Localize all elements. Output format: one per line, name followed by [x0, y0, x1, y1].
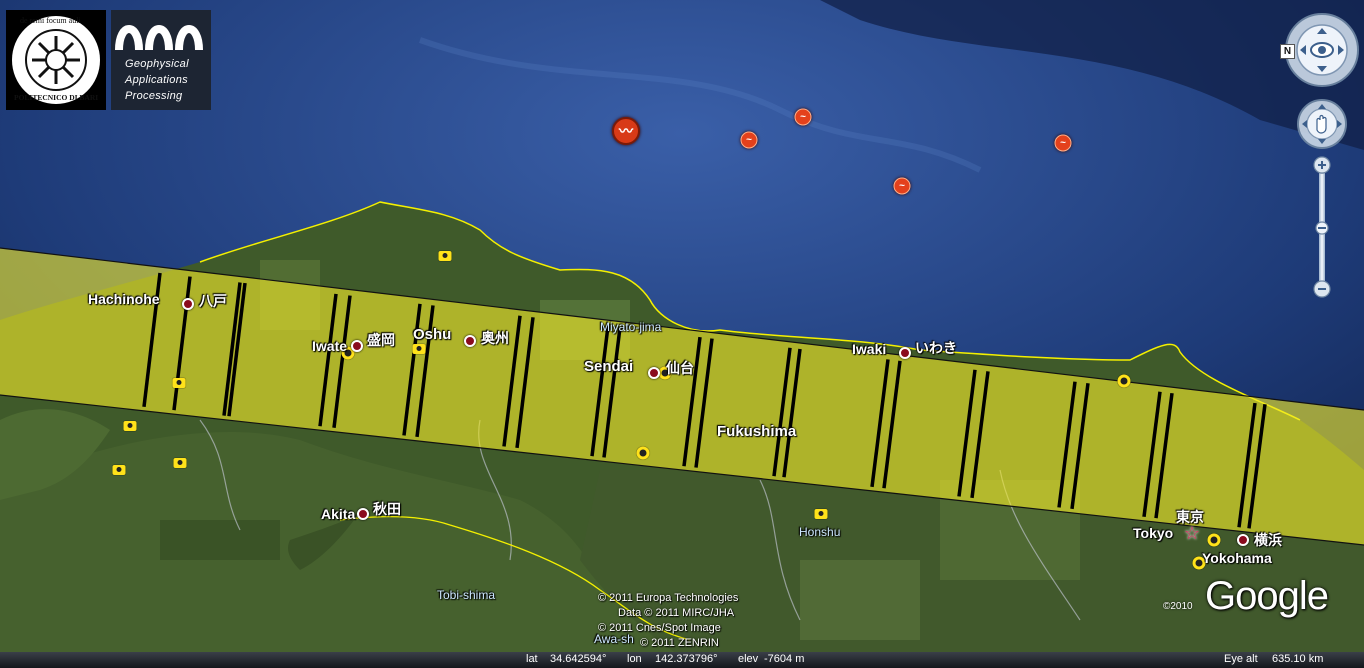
- city-label-sendai-jp: 仙台: [666, 360, 694, 376]
- feature-label-honshu: Honshu: [799, 525, 841, 539]
- city-label-yokohama-jp: 横浜: [1254, 532, 1282, 548]
- look-control[interactable]: [1284, 12, 1360, 93]
- city-label-oshu: Oshu: [413, 326, 452, 343]
- gap-line-3: Processing: [125, 90, 183, 102]
- city-label-iwate: Iwate: [312, 338, 348, 354]
- city-dot-icon[interactable]: [357, 508, 369, 520]
- city-label-hachinohe: Hachinohe: [88, 291, 160, 307]
- camera-icon[interactable]: [814, 509, 828, 519]
- lat-label: lat: [526, 653, 538, 665]
- elev-value: -7604 m: [764, 653, 805, 665]
- elev-label: elev: [738, 653, 759, 665]
- city-label-sendai: Sendai: [584, 358, 634, 375]
- attribution-line: © 2011 Europa Technologies: [598, 592, 739, 604]
- pan-hand-icon[interactable]: [1296, 98, 1348, 150]
- city-label-tokyo: Tokyo: [1133, 525, 1174, 541]
- city-dot-icon[interactable]: [464, 335, 476, 347]
- north-up-button[interactable]: N: [1280, 44, 1295, 59]
- eye-alt-label: Eye alt: [1224, 653, 1258, 665]
- attribution-line: © 2011 Cnes/Spot Image: [598, 622, 721, 634]
- city-label-yokohama: Yokohama: [1202, 550, 1272, 566]
- lon-label: lon: [627, 653, 642, 665]
- attribution-line: Data © 2011 MIRC/JHA: [618, 607, 735, 619]
- feature-label-tobi-shima: Tobi-shima: [437, 588, 496, 602]
- city-dot-icon[interactable]: [648, 367, 660, 379]
- earthquake-icon[interactable]: ~: [893, 177, 911, 195]
- camera-icon[interactable]: [1207, 533, 1221, 547]
- city-dot-icon[interactable]: [351, 340, 363, 352]
- city-dot-icon[interactable]: [1237, 534, 1249, 546]
- camera-icon[interactable]: [438, 251, 452, 261]
- gap-line-2: Applications: [125, 74, 188, 86]
- city-label-oshu-jp: 奥州: [481, 330, 509, 346]
- city-dot-icon[interactable]: [899, 347, 911, 359]
- city-dot-icon[interactable]: [182, 298, 194, 310]
- camera-icon[interactable]: [112, 465, 126, 475]
- city-label-hachinohe-jp: 八戸: [199, 293, 227, 309]
- city-label-fukushima: Fukushima: [717, 423, 797, 440]
- lon-value: 142.373796°: [655, 653, 718, 665]
- earthquake-icon[interactable]: 〰: [612, 117, 640, 145]
- imagery-year: ©2010: [1163, 601, 1193, 612]
- camera-icon[interactable]: [173, 458, 187, 468]
- city-label-morioka-jp: 盛岡: [367, 332, 395, 348]
- look-joystick-icon[interactable]: [1284, 12, 1360, 88]
- zoom-control[interactable]: [1313, 156, 1331, 305]
- earthquake-icon[interactable]: ~: [740, 131, 758, 149]
- gap-logo: Geophysical Applications Processing: [111, 10, 211, 110]
- poliba-name: POLITECNICO DI BARI: [14, 93, 99, 102]
- camera-icon[interactable]: [412, 344, 426, 354]
- poliba-logo: de remi focum auli POLITECNICO DI BARI: [6, 10, 106, 110]
- camera-icon[interactable]: [636, 446, 650, 460]
- zoom-slider[interactable]: [1313, 156, 1331, 300]
- google-logo: Google: [1205, 574, 1329, 618]
- city-label-akita: Akita: [321, 506, 356, 522]
- feature-label-miyato-jima: Miyato-jima: [600, 320, 662, 334]
- status-bar: lat 34.642594° lon 142.373796° elev -760…: [0, 652, 1364, 668]
- eye-alt-value: 635.10 km: [1272, 653, 1324, 665]
- city-label-akita-jp: 秋田: [373, 501, 401, 517]
- camera-icon[interactable]: [123, 421, 137, 431]
- earthquake-icon[interactable]: ~: [794, 108, 812, 126]
- city-label-iwaki-jp: いわき: [915, 340, 957, 356]
- gap-line-1: Geophysical: [125, 58, 189, 70]
- camera-icon[interactable]: [1117, 374, 1131, 388]
- camera-icon[interactable]: [172, 378, 186, 388]
- move-control[interactable]: [1296, 98, 1348, 155]
- city-label-tokyo-jp: 東京: [1176, 509, 1204, 525]
- attribution-line: © 2011 ZENRIN: [640, 637, 719, 649]
- lat-value: 34.642594°: [550, 653, 607, 665]
- city-label-iwaki: Iwaki: [852, 341, 887, 357]
- map-view[interactable]: de remi focum auli POLITECNICO DI BARI G…: [0, 0, 1364, 668]
- attribution: © 2011 Europa Technologies Data © 2011 M…: [598, 591, 738, 651]
- poliba-motto: de remi focum auli: [20, 16, 81, 25]
- earthquake-icon[interactable]: ~: [1054, 134, 1072, 152]
- gap-mark-icon: [115, 25, 203, 51]
